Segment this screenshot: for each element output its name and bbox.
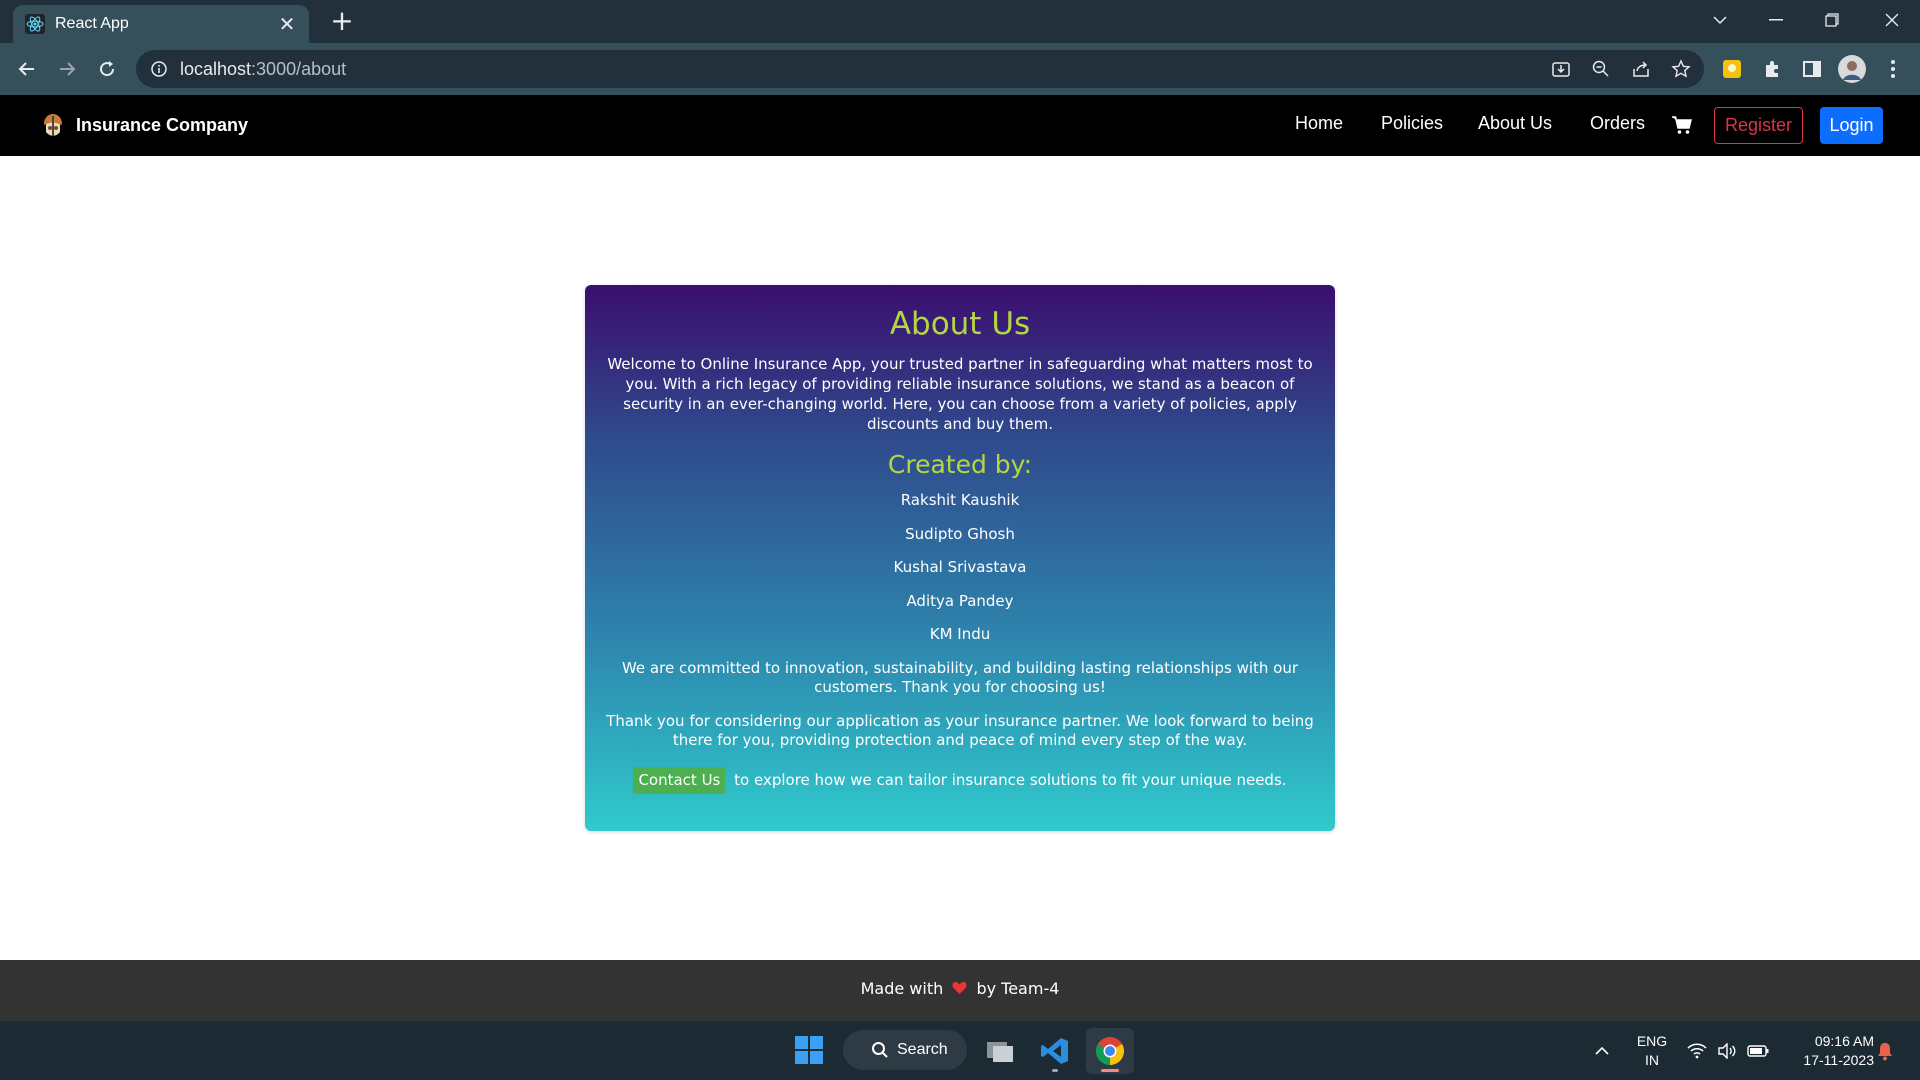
share-icon[interactable] <box>1628 56 1654 82</box>
nav-link-orders[interactable]: Orders <box>1590 113 1645 134</box>
language-indicator[interactable]: ENG IN <box>1632 1032 1672 1070</box>
footer-suffix: by Team-4 <box>976 979 1060 998</box>
chrome-icon[interactable] <box>1086 1028 1134 1074</box>
nav-link-policies[interactable]: Policies <box>1381 113 1443 134</box>
battery-icon[interactable] <box>1744 1021 1772 1080</box>
forward-arrow-icon[interactable] <box>50 52 84 86</box>
search-label: Search <box>897 1041 948 1058</box>
info-icon[interactable] <box>150 60 168 78</box>
commitment-text: We are committed to innovation, sustaina… <box>621 658 1299 696</box>
lang-primary: ENG <box>1636 1033 1668 1049</box>
chevron-down-icon[interactable] <box>1692 0 1748 40</box>
puzzle-icon[interactable] <box>1757 54 1787 84</box>
list-item: Rakshit Kaushik <box>900 491 1020 509</box>
register-button[interactable]: Register <box>1714 107 1803 144</box>
page-footer: Made with by Team-4 <box>0 960 1920 1021</box>
window-close-icon[interactable] <box>1864 0 1920 40</box>
app-indicator <box>1052 1069 1058 1072</box>
contact-us-button[interactable]: Contact Us <box>633 766 726 794</box>
wifi-icon[interactable] <box>1684 1021 1710 1080</box>
thanks-text: Thank you for considering our applicatio… <box>606 711 1314 749</box>
contact-line: Contact Us to explore how we can tailor … <box>605 766 1315 794</box>
created-by-heading: Created by: <box>887 450 1033 479</box>
install-icon[interactable] <box>1548 56 1574 82</box>
address-bar[interactable]: localhost:3000/about <box>136 50 1704 88</box>
minimize-icon[interactable] <box>1748 0 1804 40</box>
heart-icon <box>952 979 972 998</box>
about-card: About Us Welcome to Online Insurance App… <box>585 285 1335 831</box>
volume-icon[interactable] <box>1714 1021 1740 1080</box>
profile-avatar[interactable] <box>1837 54 1867 84</box>
browser-toolbar: localhost:3000/about <box>0 43 1920 95</box>
list-item: Kushal Srivastava <box>893 558 1027 576</box>
browser-tab-strip: React App ✕ + <box>0 0 1920 43</box>
contact-text: to explore how we can tailor insurance s… <box>734 770 1287 789</box>
vscode-icon[interactable] <box>1031 1028 1079 1074</box>
close-icon[interactable]: ✕ <box>277 12 297 36</box>
browser-tab[interactable]: React App ✕ <box>13 5 309 43</box>
nav-link-home[interactable]: Home <box>1295 113 1343 134</box>
nav-link-about-us[interactable]: About Us <box>1478 113 1552 134</box>
react-icon <box>25 14 45 34</box>
chevron-up-icon[interactable] <box>1590 1021 1614 1080</box>
login-button[interactable]: Login <box>1820 107 1883 144</box>
brand-name: Insurance Company <box>76 114 249 135</box>
reload-icon[interactable] <box>90 52 124 86</box>
sidepanel-icon[interactable] <box>1797 54 1827 84</box>
tab-title: React App <box>55 15 129 32</box>
creators-list: Rakshit Kaushik Sudipto Ghosh Kushal Sri… <box>605 491 1315 643</box>
lang-secondary: IN <box>1645 1052 1659 1068</box>
app-indicator <box>1101 1069 1119 1072</box>
clock-time: 09:16 AM <box>1814 1033 1874 1049</box>
list-item: KM Indu <box>929 625 991 643</box>
brand-logo-icon <box>40 112 66 138</box>
url-text: localhost:3000/about <box>180 58 347 79</box>
zoom-icon[interactable] <box>1588 56 1614 82</box>
restore-icon[interactable] <box>1804 0 1860 40</box>
about-title: About Us <box>889 306 1031 342</box>
about-intro: Welcome to Online Insurance App, your tr… <box>607 355 1313 433</box>
footer-prefix: Made with <box>860 979 944 998</box>
taskbar-search[interactable]: Search <box>843 1030 967 1070</box>
list-item: Aditya Pandey <box>906 591 1014 610</box>
more-icon[interactable] <box>1878 54 1908 84</box>
brand[interactable]: Insurance Company <box>40 112 248 138</box>
star-icon[interactable] <box>1668 56 1694 82</box>
os-taskbar: Search ENG IN 09:16 AM 17-11-2023 <box>0 1021 1920 1080</box>
bell-icon[interactable] <box>1872 1021 1898 1080</box>
back-arrow-icon[interactable] <box>10 52 44 86</box>
cart-icon[interactable] <box>1671 114 1693 136</box>
extension-icon[interactable] <box>1717 54 1747 84</box>
list-item: Sudipto Ghosh <box>905 524 1015 543</box>
app-navbar: Insurance Company Home Policies About Us… <box>0 95 1920 156</box>
clock[interactable]: 09:16 AM 17-11-2023 <box>1780 1032 1874 1070</box>
clock-date: 17-11-2023 <box>1803 1052 1874 1068</box>
search-icon <box>871 1041 889 1059</box>
plus-icon[interactable]: + <box>326 6 358 38</box>
windows-icon[interactable] <box>794 1035 826 1067</box>
file-explorer-icon[interactable] <box>976 1028 1024 1074</box>
